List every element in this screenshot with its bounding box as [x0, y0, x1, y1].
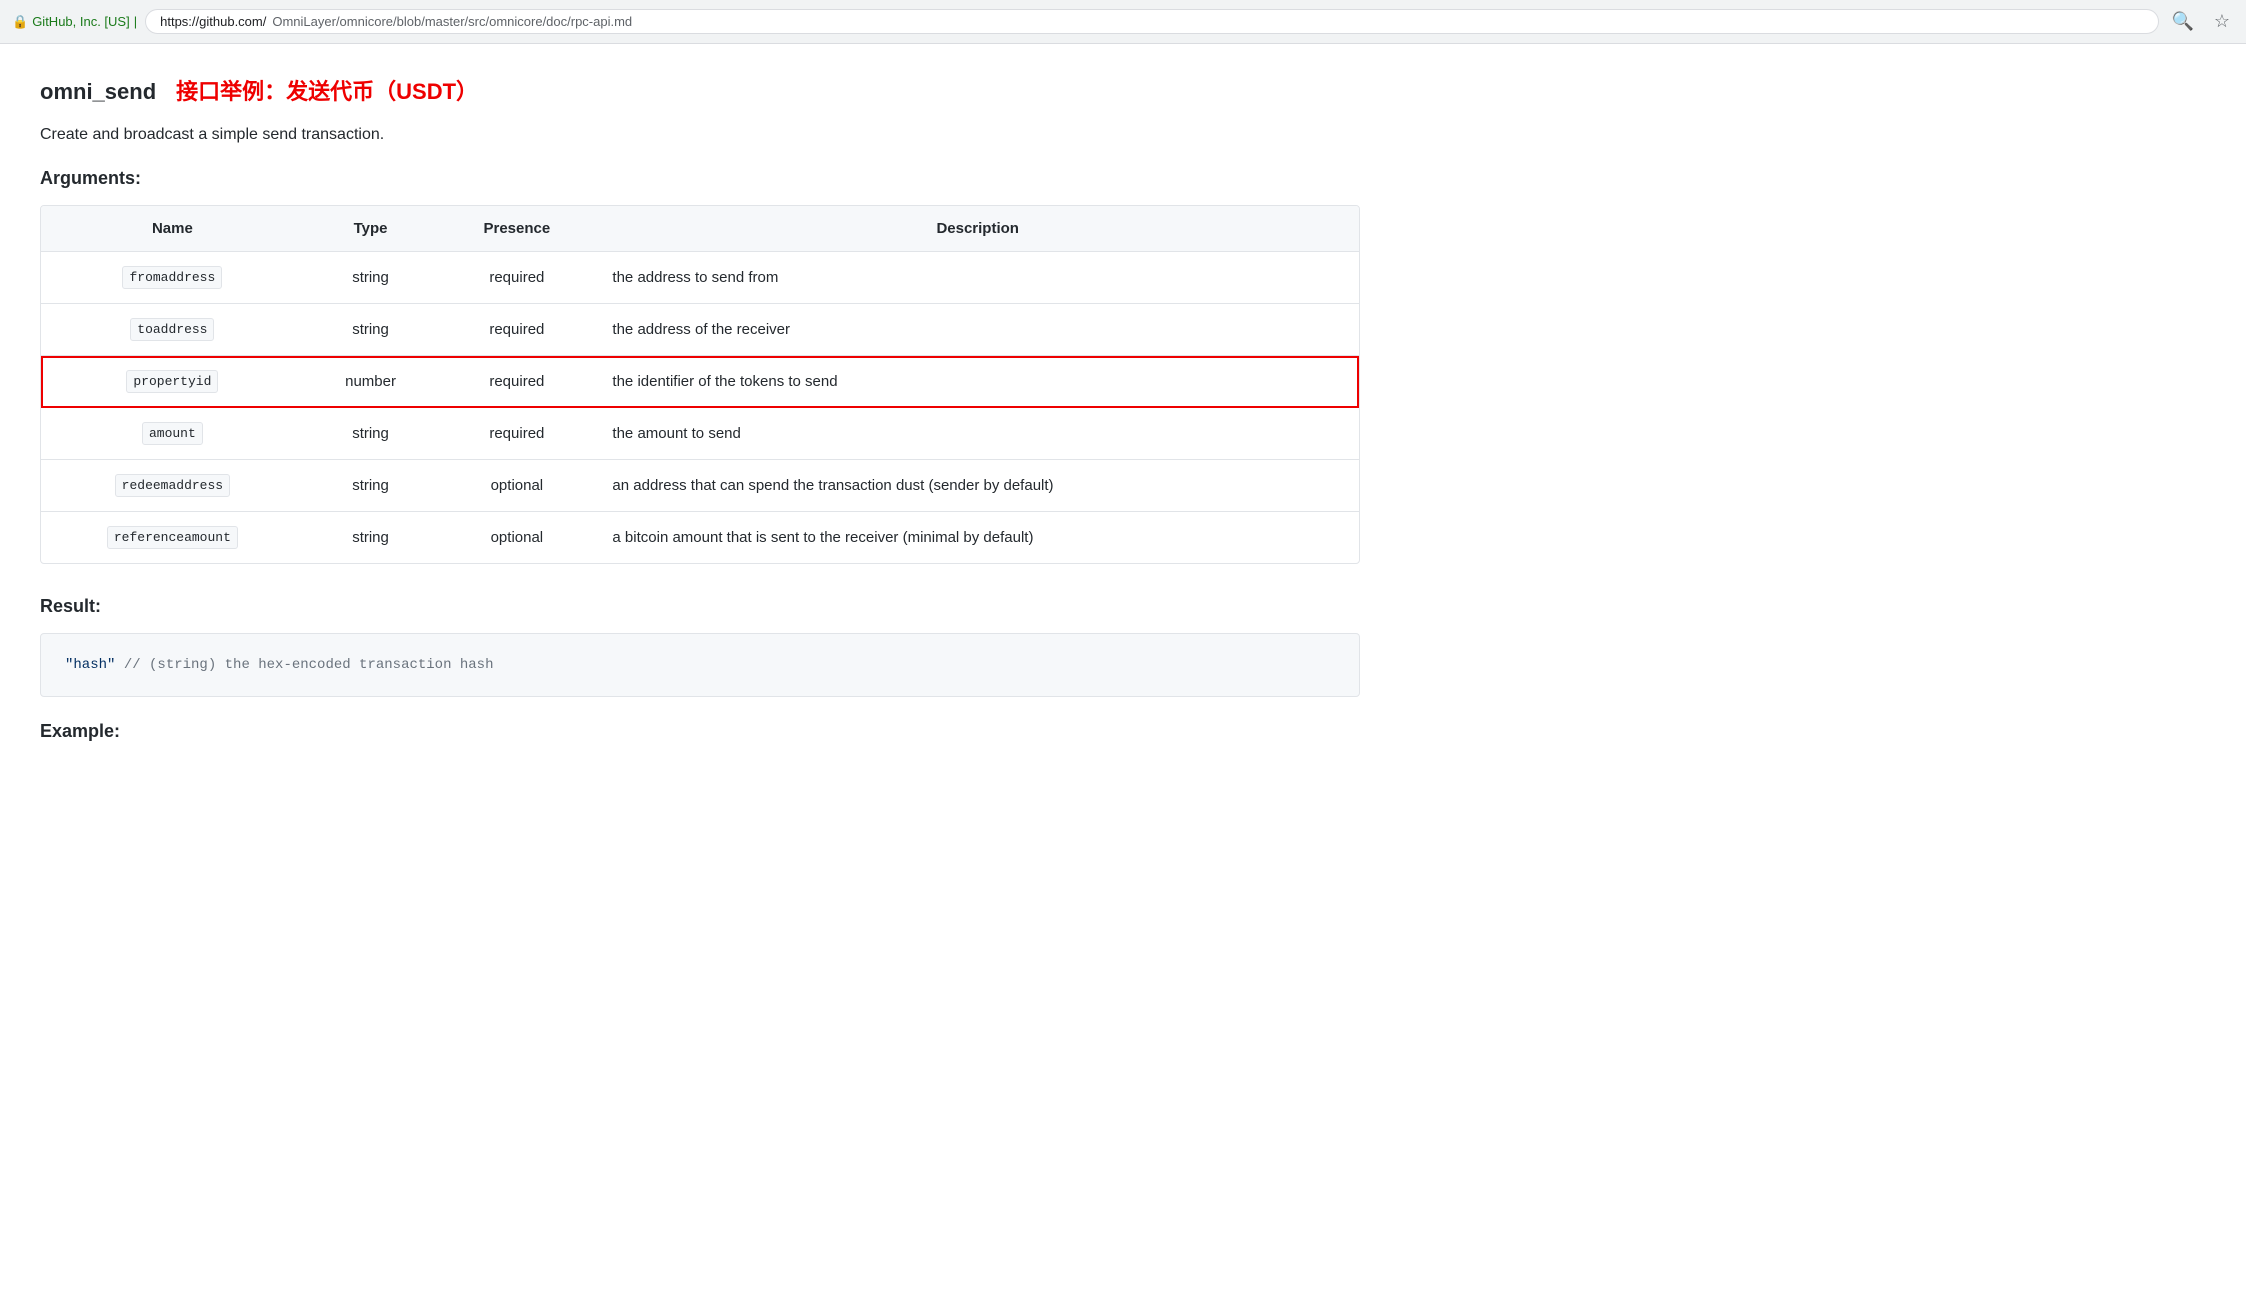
api-subtitle: 接口举例：发送代币（USDT）: [176, 74, 478, 106]
cell-type: string: [304, 460, 438, 512]
browser-chrome: 🔒 GitHub, Inc. [US] | https://github.com…: [0, 0, 2246, 44]
cell-name: referenceamount: [41, 512, 304, 564]
cell-presence: optional: [437, 512, 596, 564]
hash-comment: // (string) the hex-encoded transaction …: [115, 657, 493, 673]
bookmark-button[interactable]: ☆: [2210, 7, 2234, 36]
cell-type: string: [304, 408, 438, 460]
cell-name: propertyid: [41, 356, 304, 408]
search-button[interactable]: 🔍: [2167, 7, 2197, 36]
code-name: fromaddress: [122, 266, 222, 289]
url-domain: https://github.com/: [160, 14, 266, 29]
cell-type: string: [304, 304, 438, 356]
lock-icon: 🔒: [12, 14, 28, 30]
cell-presence: optional: [437, 460, 596, 512]
cell-presence: required: [437, 252, 596, 304]
table-row: redeemaddress stringoptionalan address th…: [41, 460, 1359, 512]
result-label: Result:: [40, 596, 1360, 617]
cell-presence: required: [437, 356, 596, 408]
col-name: Name: [41, 206, 304, 252]
table-row: referenceamount stringoptionala bitcoin a…: [41, 512, 1359, 564]
arguments-table-wrapper: Name Type Presence Description fromaddre…: [40, 205, 1360, 564]
table-body: fromaddressstringrequiredthe address to …: [41, 252, 1359, 564]
table-row: fromaddress stringrequiredthe address to …: [41, 252, 1359, 304]
title-row: omni_send 接口举例：发送代币（USDT）: [40, 74, 1360, 106]
browser-actions: 🔍 ☆: [2167, 7, 2234, 36]
example-section: Example:: [40, 721, 1360, 742]
result-code-block: "hash" // (string) the hex-encoded trans…: [40, 633, 1360, 697]
api-name: omni_send: [40, 79, 156, 105]
col-description: Description: [596, 206, 1359, 252]
cell-description: an address that can spend the transactio…: [596, 460, 1359, 512]
cell-presence: required: [437, 408, 596, 460]
description: Create and broadcast a simple send trans…: [40, 126, 1360, 144]
code-name: amount: [142, 422, 203, 445]
cell-description: a bitcoin amount that is sent to the rec…: [596, 512, 1359, 564]
page-content: omni_send 接口举例：发送代币（USDT） Create and bro…: [0, 44, 1400, 788]
security-label: GitHub, Inc. [US]: [32, 14, 130, 29]
cell-type: string: [304, 252, 438, 304]
cell-name: toaddress: [41, 304, 304, 356]
code-name: toaddress: [130, 318, 214, 341]
col-presence: Presence: [437, 206, 596, 252]
hash-string: "hash": [65, 657, 115, 673]
code-name: propertyid: [126, 370, 218, 393]
cell-description: the address to send from: [596, 252, 1359, 304]
code-name: referenceamount: [107, 526, 238, 549]
code-name: redeemaddress: [115, 474, 230, 497]
url-bar[interactable]: https://github.com/OmniLayer/omnicore/bl…: [145, 9, 2159, 34]
security-badge: 🔒 GitHub, Inc. [US] |: [12, 14, 137, 30]
table-header: Name Type Presence Description: [41, 206, 1359, 252]
col-type: Type: [304, 206, 438, 252]
cell-type: number: [304, 356, 438, 408]
table-row: amount stringrequiredthe amount to send: [41, 408, 1359, 460]
cell-name: redeemaddress: [41, 460, 304, 512]
table-row: propertyid numberrequiredthe identifier o…: [41, 356, 1359, 408]
cell-description: the identifier of the tokens to send: [596, 356, 1359, 408]
cell-type: string: [304, 512, 438, 564]
arguments-label: Arguments:: [40, 168, 1360, 189]
result-section: Result: "hash" // (string) the hex-encod…: [40, 596, 1360, 697]
cell-description: the amount to send: [596, 408, 1359, 460]
cell-presence: required: [437, 304, 596, 356]
table-row: toaddress stringrequiredthe address of th…: [41, 304, 1359, 356]
table-header-row: Name Type Presence Description: [41, 206, 1359, 252]
url-separator: |: [134, 14, 137, 29]
example-label: Example:: [40, 721, 1360, 742]
arguments-table: Name Type Presence Description fromaddre…: [41, 206, 1359, 563]
cell-description: the address of the receiver: [596, 304, 1359, 356]
cell-name: fromaddress: [41, 252, 304, 304]
cell-name: amount: [41, 408, 304, 460]
url-path: OmniLayer/omnicore/blob/master/src/omnic…: [272, 14, 632, 29]
